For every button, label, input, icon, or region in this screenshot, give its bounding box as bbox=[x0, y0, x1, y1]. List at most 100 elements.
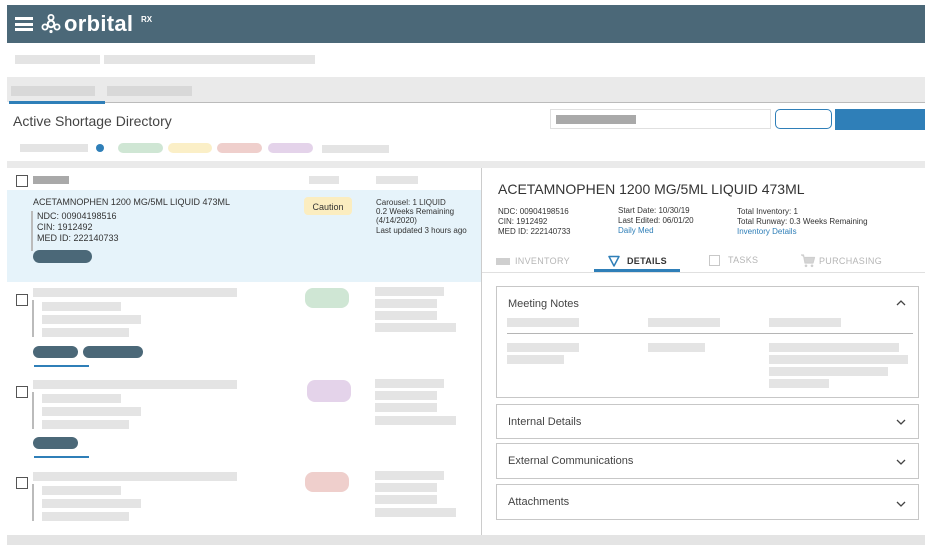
row-3-title-placeholder bbox=[33, 380, 237, 389]
list-item-weeks: 0.2 Weeks Remaining bbox=[376, 207, 455, 216]
hamburger-menu-icon[interactable] bbox=[15, 17, 33, 31]
filter-pill-red[interactable] bbox=[217, 143, 262, 153]
detail-ndc: NDC: 00904198516 bbox=[498, 207, 569, 216]
tab-tasks[interactable]: TASKS bbox=[709, 254, 769, 268]
detail-total-inventory: Total Inventory: 1 bbox=[737, 207, 798, 216]
notes-header-placeholder-3 bbox=[769, 318, 841, 327]
row-4-detail-placeholder-1 bbox=[42, 486, 121, 495]
page-tab-1[interactable] bbox=[11, 86, 95, 96]
notes-cell-placeholder-1 bbox=[507, 343, 579, 352]
detail-cin: CIN: 1912492 bbox=[498, 217, 548, 226]
daily-med-link[interactable]: Daily Med bbox=[618, 226, 654, 236]
tab-purchasing[interactable]: PURCHASING bbox=[800, 253, 890, 269]
filter-pill-yellow[interactable] bbox=[168, 143, 212, 153]
chevron-down-icon[interactable] bbox=[894, 455, 908, 469]
list-top-divider bbox=[7, 161, 925, 168]
filter-funnel-icon bbox=[608, 255, 620, 267]
chevron-down-icon[interactable] bbox=[894, 415, 908, 429]
breadcrumb-placeholder bbox=[15, 55, 100, 64]
row-2-info-placeholder-3 bbox=[375, 311, 437, 320]
brand-name: orbital bbox=[64, 11, 134, 36]
select-all-checkbox[interactable] bbox=[16, 175, 28, 187]
row-3-info-placeholder-1 bbox=[375, 379, 444, 388]
filter-pill-green[interactable] bbox=[118, 143, 163, 153]
row-3-indent-line bbox=[32, 392, 34, 429]
external-communications-panel[interactable]: External Communications bbox=[496, 443, 919, 479]
panel-divider bbox=[481, 168, 482, 535]
list-item-selected[interactable]: ACETAMNOPHEN 1200 MG/5ML LIQUID 473ML ND… bbox=[7, 190, 481, 282]
filter-button[interactable] bbox=[775, 109, 832, 129]
breadcrumb-placeholder-2 bbox=[104, 55, 315, 64]
detail-start-date: Start Date: 10/30/19 bbox=[618, 206, 690, 215]
detail-med-id: MED ID: 222140733 bbox=[498, 227, 571, 236]
detail-last-edited: Last Edited: 06/01/20 bbox=[618, 216, 694, 225]
row-2-info-placeholder-1 bbox=[375, 287, 444, 296]
page-tab-2[interactable] bbox=[107, 86, 192, 96]
row-2-status-pill bbox=[305, 288, 349, 308]
notes-header-divider bbox=[507, 333, 913, 334]
row-2-detail-placeholder-3 bbox=[42, 328, 129, 337]
row-2-link-underline[interactable] bbox=[34, 365, 89, 367]
detail-tabs-divider bbox=[482, 272, 925, 273]
row-2-checkbox[interactable] bbox=[16, 294, 28, 306]
notes-cell-placeholder-7 bbox=[769, 379, 829, 388]
detail-title: ACETAMNOPHEN 1200 MG/5ML LIQUID 473ML bbox=[498, 181, 805, 197]
list-item-updated: Last updated 3 hours ago bbox=[376, 226, 467, 235]
caution-badge: Caution bbox=[304, 197, 352, 215]
row-3-info-placeholder-2 bbox=[375, 391, 437, 400]
detail-total-runway: Total Runway: 0.3 Weeks Remaining bbox=[737, 217, 868, 226]
notes-cell-placeholder-6 bbox=[769, 367, 888, 376]
internal-details-panel[interactable]: Internal Details bbox=[496, 404, 919, 439]
row-3-info-placeholder-3 bbox=[375, 403, 437, 412]
attachments-title: Attachments bbox=[508, 496, 570, 508]
row-3-detail-placeholder-3 bbox=[42, 420, 129, 429]
tab-inventory[interactable]: INVENTORY bbox=[496, 255, 586, 269]
row-3-checkbox[interactable] bbox=[16, 386, 28, 398]
list-item-action-button[interactable] bbox=[33, 250, 92, 263]
app-header: orbital RX bbox=[7, 5, 925, 43]
inventory-details-link[interactable]: Inventory Details bbox=[737, 227, 797, 237]
chevron-down-icon[interactable] bbox=[894, 497, 908, 511]
search-input[interactable] bbox=[550, 109, 771, 129]
row-2-action-button-1[interactable] bbox=[33, 346, 78, 358]
status-dot bbox=[96, 144, 104, 152]
list-item-name: ACETAMNOPHEN 1200 MG/5ML LIQUID 473ML bbox=[33, 197, 231, 207]
tab-tasks-label: TASKS bbox=[728, 255, 759, 265]
row-3-link-underline[interactable] bbox=[34, 456, 89, 458]
list-item-med-id: MED ID: 222140733 bbox=[37, 233, 119, 243]
inventory-icon bbox=[496, 258, 510, 265]
meeting-notes-title: Meeting Notes bbox=[508, 298, 579, 310]
tab-details-label: DETAILS bbox=[627, 256, 667, 266]
active-page-tab-indicator bbox=[9, 101, 105, 104]
row-3-detail-placeholder-2 bbox=[42, 407, 141, 416]
row-2-detail-placeholder-2 bbox=[42, 315, 141, 324]
filter-pill-purple[interactable] bbox=[268, 143, 313, 153]
tabs-divider bbox=[105, 102, 925, 103]
row-2-indent-line bbox=[32, 300, 34, 337]
row-4-checkbox[interactable] bbox=[16, 477, 28, 489]
notes-header-placeholder-2 bbox=[648, 318, 720, 327]
list-item-cin: CIN: 1912492 bbox=[37, 222, 93, 232]
meeting-notes-panel: Meeting Notes bbox=[496, 286, 919, 398]
row-2-title-placeholder bbox=[33, 288, 237, 297]
row-4-info-placeholder-3 bbox=[375, 495, 437, 504]
chevron-up-icon[interactable] bbox=[894, 296, 908, 310]
row-4-detail-placeholder-2 bbox=[42, 499, 141, 508]
tab-details[interactable]: DETAILS bbox=[608, 254, 678, 268]
filter-label-placeholder bbox=[20, 144, 88, 152]
row-2-action-button-2[interactable] bbox=[83, 346, 143, 358]
tab-inventory-label: INVENTORY bbox=[515, 256, 570, 266]
attachments-panel[interactable]: Attachments bbox=[496, 484, 919, 520]
external-communications-title: External Communications bbox=[508, 455, 634, 467]
footer-bar bbox=[7, 535, 925, 545]
filter-placeholder bbox=[322, 145, 389, 153]
brand-suffix: RX bbox=[141, 15, 153, 24]
primary-action-button[interactable] bbox=[835, 109, 925, 130]
row-3-action-button[interactable] bbox=[33, 437, 78, 449]
row-4-status-pill bbox=[305, 472, 349, 492]
notes-cell-placeholder-2 bbox=[507, 355, 564, 364]
list-item-date: (4/14/2020) bbox=[376, 216, 417, 225]
list-item-ndc: NDC: 00904198516 bbox=[37, 211, 117, 221]
row-4-info-placeholder-1 bbox=[375, 471, 444, 480]
list-item-indent-line bbox=[31, 211, 33, 251]
